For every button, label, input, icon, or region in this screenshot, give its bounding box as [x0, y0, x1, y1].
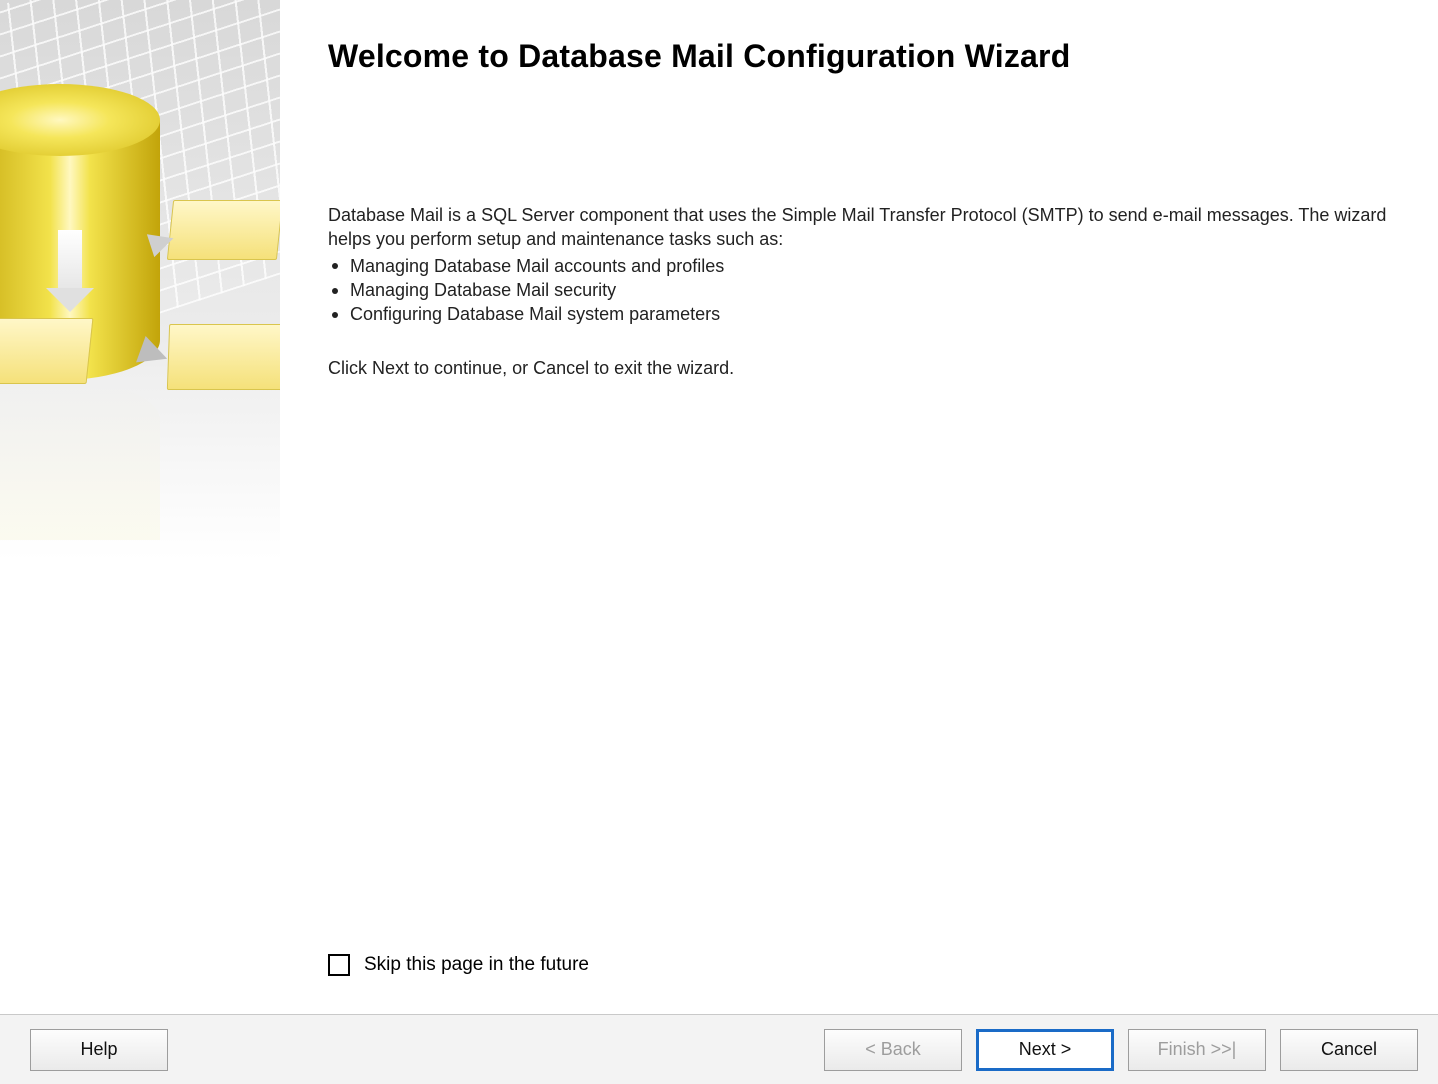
wizard-sidebar-graphic — [0, 0, 280, 560]
cancel-button[interactable]: Cancel — [1280, 1029, 1418, 1071]
feature-list: Managing Database Mail accounts and prof… — [328, 254, 1388, 327]
skip-page-checkbox[interactable] — [328, 954, 350, 976]
wizard-footer: Help < Back Next > Finish >>| Cancel — [0, 1014, 1438, 1084]
envelope-icon — [167, 324, 280, 390]
skip-page-option[interactable]: Skip this page in the future — [328, 954, 1388, 976]
intro-text: Database Mail is a SQL Server component … — [328, 203, 1388, 252]
feature-list-item: Managing Database Mail security — [328, 278, 1388, 302]
next-button[interactable]: Next > — [976, 1029, 1114, 1071]
envelope-icon — [167, 200, 280, 260]
finish-button[interactable]: Finish >>| — [1128, 1029, 1266, 1071]
feature-list-item: Managing Database Mail accounts and prof… — [328, 254, 1388, 278]
envelope-icon — [0, 318, 93, 384]
wizard-content: Welcome to Database Mail Configuration W… — [280, 0, 1438, 1014]
page-title: Welcome to Database Mail Configuration W… — [328, 38, 1388, 75]
feature-list-item: Configuring Database Mail system paramet… — [328, 302, 1388, 326]
wizard-main: Welcome to Database Mail Configuration W… — [0, 0, 1438, 1014]
continue-hint: Click Next to continue, or Cancel to exi… — [328, 358, 1388, 379]
help-button[interactable]: Help — [30, 1029, 168, 1071]
back-button[interactable]: < Back — [824, 1029, 962, 1071]
skip-page-label: Skip this page in the future — [364, 954, 589, 976]
